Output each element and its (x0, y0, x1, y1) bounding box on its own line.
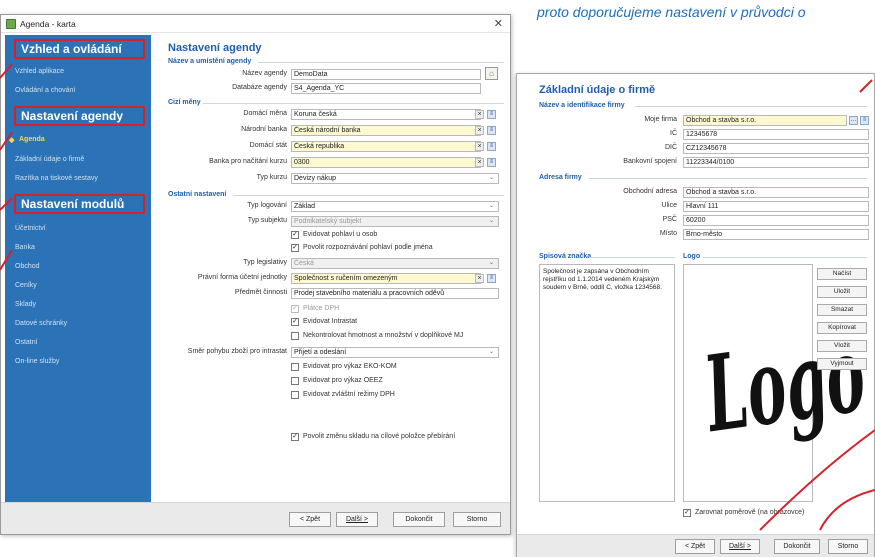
annotation-arrows (0, 63, 875, 531)
arrow-sidebar-lower (0, 249, 13, 271)
arrow-agenda (0, 131, 13, 151)
arrow-nastaveni-modulu (0, 197, 13, 211)
arrow-moje-firma (859, 79, 873, 93)
arrow-finish (819, 489, 875, 531)
arrow-next (759, 429, 875, 531)
arrow-vzhled (0, 63, 13, 79)
